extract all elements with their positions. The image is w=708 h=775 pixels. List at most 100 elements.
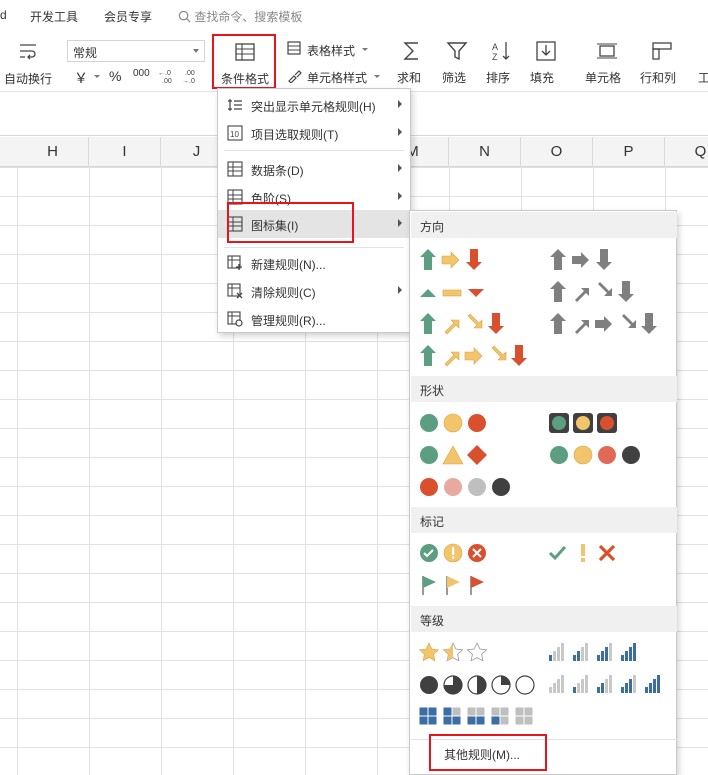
menu-item-top-bottom-rules[interactable]: 10 项目选取规则(T) [218, 119, 410, 147]
column-header-h[interactable]: H [17, 137, 89, 167]
section-title: 标记 [420, 515, 445, 529]
chevron-right-icon [398, 164, 402, 172]
section-title: 等级 [420, 614, 445, 628]
worksheet-button[interactable]: 工 [698, 69, 708, 86]
fill-button[interactable]: 填充 [530, 69, 554, 86]
menu-item-clear-rules[interactable]: 清除规则(C) [218, 277, 410, 305]
column-header-n[interactable]: N [449, 137, 521, 167]
icon-set-3-arrows-gray[interactable] [548, 248, 648, 272]
column-header-p[interactable]: P [593, 137, 665, 167]
top-bottom-rules-icon: 10 [227, 125, 243, 141]
svg-text:10: 10 [230, 130, 239, 139]
icon-set-4-arrows-gray[interactable] [548, 280, 668, 304]
icon-set-4-traffic-lights[interactable] [548, 443, 648, 467]
grid-col-line [17, 167, 18, 775]
icon-set-3-traffic-lights-rimmed[interactable] [548, 411, 648, 435]
table-style-button[interactable]: 表格样式 [307, 42, 355, 59]
conditional-format-icon [235, 43, 255, 61]
menu-item-data-bars[interactable]: 数据条(D) [218, 155, 410, 183]
new-rule-icon [227, 255, 242, 270]
icon-set-4-rating-bars[interactable] [548, 641, 648, 665]
menu-item-highlight-rules[interactable]: 突出显示单元格规则(H) [218, 91, 410, 119]
currency-button[interactable]: ￥ [74, 68, 88, 88]
chevron-right-icon [398, 192, 402, 200]
chevron-down-icon [362, 48, 368, 51]
number-format-select[interactable]: 常规 [67, 40, 205, 62]
svg-text:.00: .00 [162, 78, 172, 84]
icon-set-5-arrows-gray[interactable] [548, 312, 678, 336]
menu-item-new-rule[interactable]: 新建规则(N)... [218, 249, 410, 277]
filter-button[interactable]: 筛选 [442, 69, 466, 86]
icon-set-3-triangles[interactable] [418, 280, 518, 304]
icon-sets-submenu: 方向 形状 标记 等级 其他规则(M)... [409, 210, 677, 775]
column-header-o[interactable]: O [521, 137, 593, 167]
chevron-down-icon [94, 75, 100, 78]
menu-item-label: 新建规则(N)... [251, 258, 326, 272]
cell-button[interactable]: 单元格 [585, 69, 621, 86]
svg-text:A: A [492, 42, 498, 52]
icon-set-3-symbols-circled[interactable] [418, 541, 518, 565]
icon-set-4-arrows-colored[interactable] [418, 312, 538, 336]
menu-developer-tools[interactable]: 开发工具 [30, 8, 78, 25]
grid-col-line [89, 167, 90, 775]
data-bars-icon [227, 161, 243, 177]
increase-decimal-icon[interactable]: ←.0 .00 [158, 68, 176, 84]
icon-set-3-symbols[interactable] [548, 541, 648, 565]
column-header-i[interactable]: I [89, 137, 161, 167]
rows-columns-button[interactable]: 行和列 [640, 69, 676, 86]
icon-set-5-quarters[interactable] [418, 673, 548, 697]
fill-icon [536, 41, 556, 61]
menu-membership[interactable]: 会员专享 [104, 8, 152, 25]
chevron-right-icon [398, 286, 402, 294]
section-header-indicators: 标记 [411, 507, 677, 533]
decrease-decimal-icon[interactable]: .00 →.0 [182, 68, 200, 84]
section-header-directional: 方向 [411, 212, 677, 238]
svg-text:←.0: ←.0 [158, 70, 171, 77]
cell-style-button[interactable]: 单元格样式 [307, 69, 367, 86]
ribbon-toolbar: 自动换行 常规 ￥ % 000 ←.0 .00 .00 →.0 条件格式 表格样… [0, 32, 708, 92]
chevron-down-icon [374, 75, 380, 78]
menu-item-manage-rules[interactable]: 管理规则(R)... [218, 305, 410, 333]
icon-set-3-flags[interactable] [418, 573, 518, 597]
search-box[interactable]: 查找命令、搜索模板 [178, 8, 302, 25]
section-title: 方向 [420, 220, 445, 234]
highlight-box [227, 202, 354, 243]
icon-set-5-rating-bars[interactable] [548, 673, 668, 697]
menu-item-label: 数据条(D) [251, 164, 304, 178]
clear-rules-icon [227, 283, 243, 299]
wrap-text-button[interactable]: 自动换行 [4, 70, 52, 87]
sum-button[interactable]: 求和 [397, 69, 421, 86]
sort-button[interactable]: 排序 [486, 69, 510, 86]
icon-set-4-red-to-black[interactable] [418, 475, 518, 499]
svg-text:Z: Z [492, 52, 498, 62]
icon-set-3-stars[interactable] [418, 641, 518, 665]
rows-columns-icon [652, 42, 672, 60]
conditional-format-button[interactable]: 条件格式 [212, 34, 276, 89]
chevron-right-icon [398, 219, 402, 227]
filter-icon [446, 42, 468, 61]
icon-set-3-traffic-lights[interactable] [418, 411, 518, 435]
menu-separator [224, 150, 404, 151]
search-icon [178, 10, 191, 23]
section-header-ratings: 等级 [411, 606, 677, 632]
menu-item-label: 清除规则(C) [251, 286, 316, 300]
highlight-rules-icon [228, 99, 242, 111]
wrap-text-icon [20, 44, 36, 60]
chevron-down-icon [193, 49, 199, 53]
grid-col-line [161, 167, 162, 775]
icon-set-5-boxes[interactable] [418, 705, 548, 729]
menu-separator [224, 247, 404, 248]
column-header-q[interactable]: Q [665, 137, 708, 167]
other-rules-label: 其他规则(M)... [444, 748, 520, 762]
icon-set-3-arrows-colored[interactable] [418, 248, 518, 272]
section-header-shapes: 形状 [411, 376, 677, 402]
chevron-right-icon [398, 128, 402, 136]
svg-text:.00: .00 [185, 70, 195, 77]
svg-text:→.0: →.0 [182, 78, 195, 84]
icon-set-3-signs[interactable] [418, 443, 518, 467]
thousands-separator-button[interactable]: 000 [133, 68, 150, 79]
other-rules-button[interactable]: 其他规则(M)... [429, 734, 547, 771]
icon-set-5-arrows-colored[interactable] [418, 344, 548, 368]
table-style-icon [287, 41, 301, 55]
percent-button[interactable]: % [109, 68, 121, 84]
